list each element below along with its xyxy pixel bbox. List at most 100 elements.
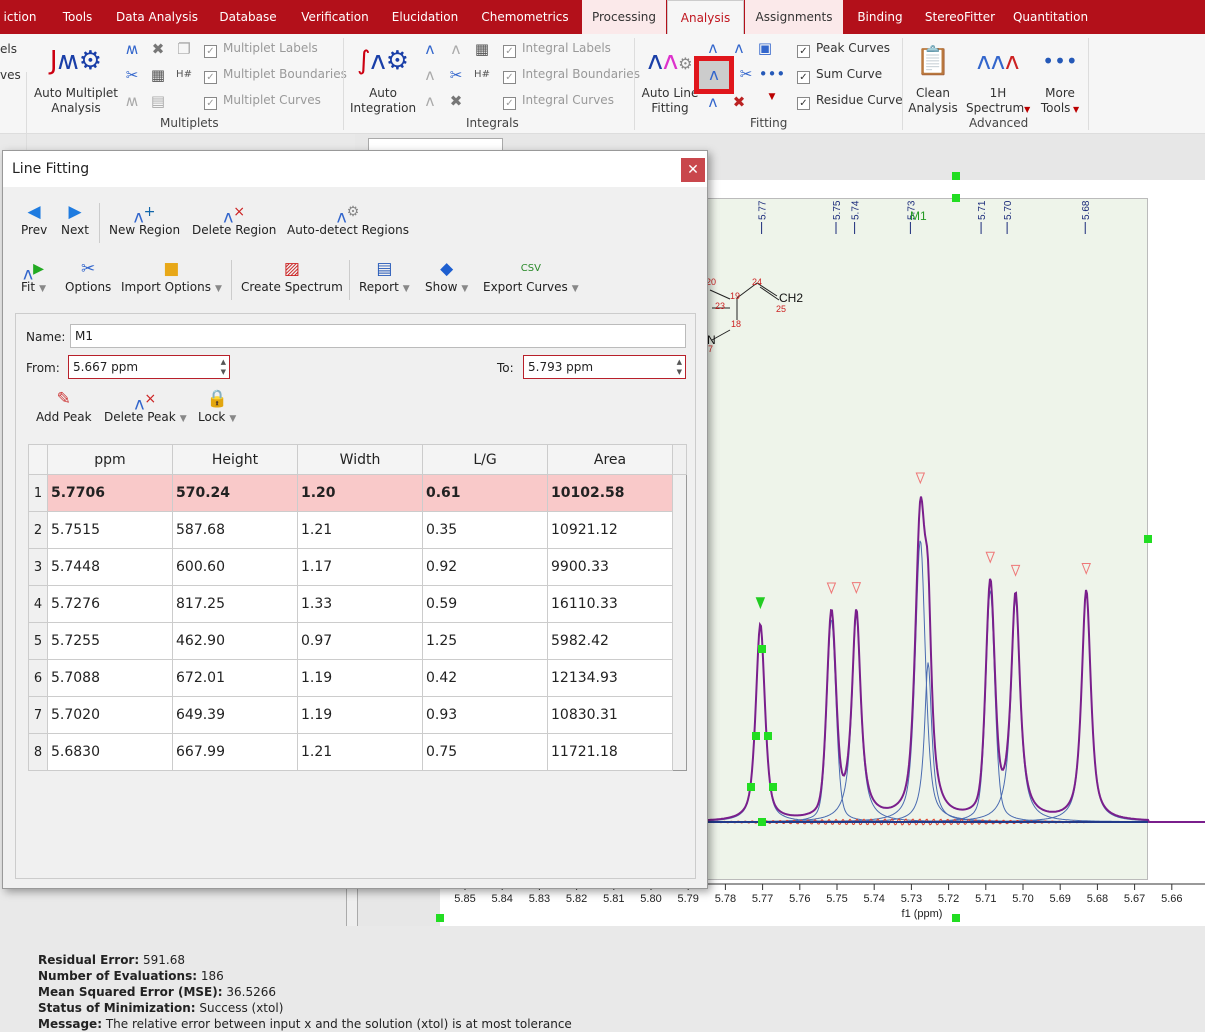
cell[interactable]: 10102.58 [547, 474, 673, 512]
axis-tick-label: 5.77 [752, 893, 773, 905]
table-row[interactable]: 1 5.7706 570.24 1.20 0.61 10102.58 [28, 474, 687, 512]
cell[interactable]: 0.35 [422, 511, 548, 549]
cell[interactable]: 5.7088 [47, 659, 173, 697]
stat-line: Message: The relative error between inpu… [38, 1017, 572, 1031]
cell[interactable]: 5.7020 [47, 696, 173, 734]
row-number[interactable]: 4 [28, 585, 48, 623]
row-number[interactable]: 1 [28, 474, 48, 512]
cell[interactable]: 0.59 [422, 585, 548, 623]
cell[interactable]: 10921.12 [547, 511, 673, 549]
cell[interactable]: 9900.33 [547, 548, 673, 586]
show-button[interactable]: ◆ Show ▼ [425, 258, 468, 294]
create-spectrum-button[interactable]: ▨ Create Spectrum [241, 258, 343, 294]
cell[interactable]: 11721.18 [547, 733, 673, 771]
table-row[interactable]: 7 5.7020 649.39 1.19 0.93 10830.31 [28, 696, 687, 734]
new-region-icon: ʌ+ [133, 204, 156, 228]
cell[interactable]: 570.24 [172, 474, 298, 512]
table-row[interactable]: 6 5.7088 672.01 1.19 0.42 12134.93 [28, 659, 687, 697]
cell[interactable]: 0.92 [422, 548, 548, 586]
auto-detect-icon: ʌ⚙ [336, 204, 360, 228]
axis-title: f1 (ppm) [902, 908, 943, 920]
peaks-table: ppm Height Width L/G Area 1 5.7706 570.24 1… [28, 444, 687, 771]
cell[interactable]: 12134.93 [547, 659, 673, 697]
cell[interactable]: 5.6830 [47, 733, 173, 771]
import-options-button[interactable]: ■ Import Options ▼ [121, 258, 222, 294]
cell[interactable]: 5.7448 [47, 548, 173, 586]
report-button[interactable]: ▤ Report ▼ [359, 258, 410, 294]
cell[interactable]: 1.19 [297, 696, 423, 734]
bond [759, 286, 780, 301]
cell[interactable]: 0.93 [422, 696, 548, 734]
cell[interactable]: 667.99 [172, 733, 298, 771]
row-number[interactable]: 5 [28, 622, 48, 660]
scrollbar[interactable] [672, 444, 687, 475]
from-input[interactable]: 5.667 ppm ▲ ▼ [68, 355, 230, 379]
row-number[interactable]: 2 [28, 511, 48, 549]
row-number[interactable]: 8 [28, 733, 48, 771]
cell[interactable]: 1.21 [297, 733, 423, 771]
cell[interactable]: 5.7515 [47, 511, 173, 549]
cell[interactable]: 16110.33 [547, 585, 673, 623]
axis-tick-label: 5.78 [715, 893, 736, 905]
row-number[interactable]: 3 [28, 548, 48, 586]
col-width[interactable]: Width [297, 444, 423, 475]
cell[interactable]: 5.7276 [47, 585, 173, 623]
lock-button[interactable]: 🔒 Lock ▼ [198, 388, 236, 424]
cell[interactable]: 672.01 [172, 659, 298, 697]
atom-number: 24 [752, 277, 762, 287]
name-input[interactable]: M1 [70, 324, 686, 348]
cell[interactable]: 0.61 [422, 474, 548, 512]
col-lg[interactable]: L/G [422, 444, 548, 475]
row-number[interactable]: 7 [28, 696, 48, 734]
stat-line: Number of Evaluations: 186 [38, 969, 224, 983]
axis-tick-label: 5.76 [789, 893, 810, 905]
axis-tick-label: 5.84 [491, 893, 512, 905]
auto-detect-regions-button[interactable]: ʌ⚙ Auto-detect Regions [287, 201, 409, 237]
table-row[interactable]: 3 5.7448 600.60 1.17 0.92 9900.33 [28, 548, 687, 586]
cell[interactable]: 0.97 [297, 622, 423, 660]
table-row[interactable]: 4 5.7276 817.25 1.33 0.59 16110.33 [28, 585, 687, 623]
cell[interactable]: 0.75 [422, 733, 548, 771]
name-label: Name: [26, 330, 66, 344]
fit-button[interactable]: ʌ▶ Fit ▼ [21, 258, 46, 294]
close-button[interactable]: ✕ [681, 158, 705, 182]
cell[interactable]: 1.25 [422, 622, 548, 660]
delete-region-button[interactable]: ʌ× Delete Region [192, 201, 276, 237]
to-input[interactable]: 5.793 ppm ▲ ▼ [523, 355, 686, 379]
cell[interactable]: 5.7255 [47, 622, 173, 660]
cell[interactable]: 5.7706 [47, 474, 173, 512]
cell[interactable]: 1.21 [297, 511, 423, 549]
options-button[interactable]: ✂ Options [65, 258, 111, 294]
cell[interactable]: 649.39 [172, 696, 298, 734]
cell[interactable]: 600.60 [172, 548, 298, 586]
cell[interactable]: 5982.42 [547, 622, 673, 660]
cell[interactable]: 1.20 [297, 474, 423, 512]
cell[interactable]: 817.25 [172, 585, 298, 623]
delete-peak-button[interactable]: ʌ× Delete Peak ▼ [104, 388, 187, 424]
export-curves-button[interactable]: CSV Export Curves ▼ [483, 258, 579, 294]
cell[interactable]: 0.42 [422, 659, 548, 697]
cell[interactable]: 1.33 [297, 585, 423, 623]
cell[interactable]: 1.19 [297, 659, 423, 697]
to-label: To: [497, 361, 514, 375]
table-row[interactable]: 5 5.7255 462.90 0.97 1.25 5982.42 [28, 622, 687, 660]
cell[interactable]: 587.68 [172, 511, 298, 549]
cell[interactable]: 10830.31 [547, 696, 673, 734]
table-row[interactable]: 8 5.6830 667.99 1.21 0.75 11721.18 [28, 733, 687, 771]
axis-tick-label: 5.69 [1049, 893, 1070, 905]
resize-handle [747, 783, 755, 791]
col-height[interactable]: Height [172, 444, 298, 475]
next-button[interactable]: ▶ Next [61, 201, 89, 237]
col-ppm[interactable]: ppm [47, 444, 173, 475]
row-number[interactable]: 6 [28, 659, 48, 697]
folder-icon: ■ [163, 259, 180, 279]
table-row[interactable]: 2 5.7515 587.68 1.21 0.35 10921.12 [28, 511, 687, 549]
cell[interactable]: 462.90 [172, 622, 298, 660]
spinner-icon: ▲ ▼ [220, 358, 226, 376]
new-region-button[interactable]: ʌ+ New Region [109, 201, 180, 237]
col-area[interactable]: Area [547, 444, 673, 475]
cell[interactable]: 1.17 [297, 548, 423, 586]
prev-button[interactable]: ◀ Prev [21, 201, 47, 237]
add-peak-button[interactable]: ✎ Add Peak [36, 388, 92, 424]
resize-handle [758, 645, 766, 653]
